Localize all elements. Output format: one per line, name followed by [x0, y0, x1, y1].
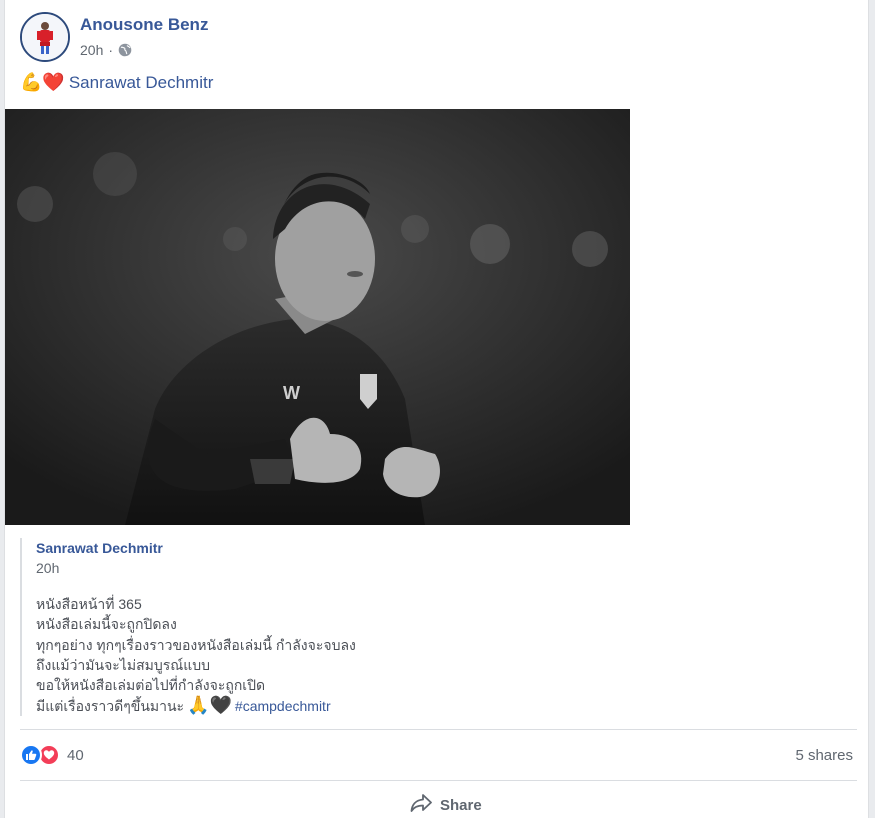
- shared-emojis: 🙏🖤: [187, 695, 232, 717]
- shared-line: ทุกๆอย่าง ทุกๆเรื่องราวของหนังสือเล่มนี้…: [36, 636, 356, 653]
- meta-separator: ·: [108, 42, 114, 58]
- shared-author-name[interactable]: Sanrawat Dechmitr: [36, 540, 163, 556]
- avatar-image: [22, 14, 68, 60]
- post-text: 💪❤️ Sanrawat Dechmitr: [20, 72, 213, 94]
- post-photo[interactable]: W: [5, 109, 630, 525]
- shared-line: หนังสือเล่มนี้จะถูกปิดลง: [36, 616, 177, 633]
- globe-icon[interactable]: [118, 43, 132, 57]
- hashtag-link[interactable]: #campdechmitr: [235, 696, 331, 716]
- share-icon: [410, 794, 432, 816]
- post-mention-link[interactable]: Sanrawat Dechmitr: [69, 73, 214, 93]
- share-button-label: Share: [440, 796, 482, 814]
- shared-post: Sanrawat Dechmitr 20h หนังสือหน้าที่ 365…: [20, 538, 850, 716]
- shared-line: หนังสือหน้าที่ 365: [36, 596, 142, 612]
- player-photo: W: [5, 109, 630, 525]
- shared-last-line: มีแต่เรื่องราวดีๆขึ้นมานะ 🙏🖤 #campdechmi…: [36, 695, 356, 717]
- like-icon: [20, 744, 42, 766]
- post-emojis: 💪❤️: [20, 72, 65, 93]
- post-card: Anousone Benz 20h · 💪❤️ Sanrawat Dechmit…: [4, 0, 869, 818]
- shared-line: ขอให้หนังสือเล่มต่อไปที่กำลังจะถูกเปิด: [36, 677, 266, 694]
- svg-text:W: W: [283, 383, 300, 403]
- share-button[interactable]: Share: [410, 794, 482, 816]
- shared-body-text: หนังสือหน้าที่ 365 หนังสือเล่มนี้จะถูกปิ…: [36, 594, 356, 717]
- reaction-count: 40: [67, 746, 84, 764]
- reactions-summary[interactable]: 40: [20, 743, 84, 767]
- post-timestamp[interactable]: 20h: [80, 42, 103, 58]
- post-meta: 20h ·: [80, 42, 132, 58]
- shared-line-text: มีแต่เรื่องราวดีๆขึ้นมานะ: [36, 698, 185, 715]
- shared-line: ถึงแม้ว่ามันจะไม่สมบูรณ์แบบ: [36, 656, 211, 673]
- post-author-name[interactable]: Anousone Benz: [80, 15, 208, 35]
- shares-count[interactable]: 5 shares: [795, 747, 853, 764]
- divider: [20, 780, 857, 781]
- shared-timestamp[interactable]: 20h: [36, 560, 59, 576]
- divider: [20, 729, 857, 730]
- post-header: Anousone Benz 20h ·: [20, 12, 620, 62]
- avatar[interactable]: [20, 12, 70, 62]
